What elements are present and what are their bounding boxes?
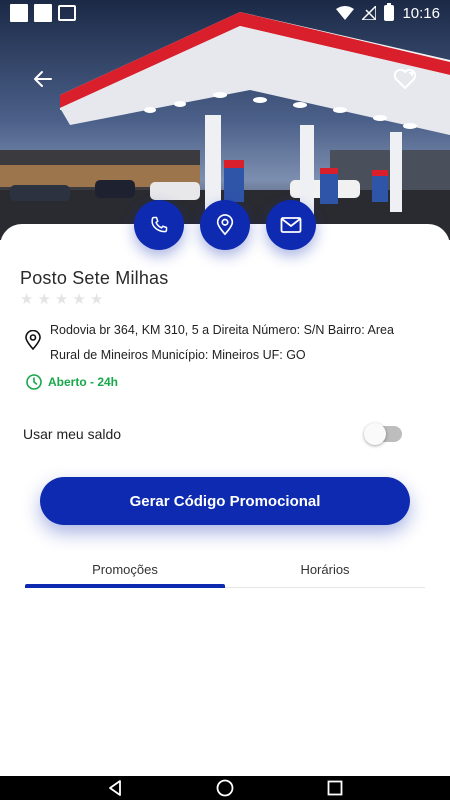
- system-navigation-bar: [0, 776, 450, 800]
- location-button[interactable]: [200, 200, 250, 250]
- rating-stars: ★ ★ ★ ★ ★: [20, 292, 103, 308]
- arrow-left-icon: [34, 71, 52, 87]
- star-empty-icon: ★: [20, 291, 34, 308]
- station-address: Rodovia br 364, KM 310, 5 a Direita Núme…: [24, 318, 424, 368]
- use-balance-label: Usar meu saldo: [23, 426, 122, 442]
- star-empty-icon: ★: [89, 291, 104, 308]
- system-status: 10:16: [336, 3, 440, 22]
- star-empty-icon: ★: [72, 291, 86, 308]
- star-empty-icon: ★: [37, 291, 51, 308]
- map-pin-icon: [25, 330, 41, 350]
- notification-square-icon: [34, 4, 52, 22]
- no-signal-icon: [362, 6, 377, 20]
- favorite-button[interactable]: [390, 64, 420, 94]
- call-button[interactable]: [134, 200, 184, 250]
- opening-hours-text: Aberto - 24h: [48, 375, 119, 389]
- triangle-back-icon: [109, 780, 121, 796]
- tab-horarios[interactable]: Horários: [225, 552, 425, 587]
- address-text: Rodovia br 364, KM 310, 5 a Direita Núme…: [50, 323, 394, 362]
- generate-promo-code-button[interactable]: Gerar Código Promocional: [40, 477, 410, 525]
- details-tabs: Promoções Horários: [25, 552, 425, 588]
- opening-status: Aberto - 24h: [26, 374, 118, 390]
- heart-plus-icon: [393, 68, 417, 89]
- clock-icon: [26, 374, 42, 390]
- back-button[interactable]: [28, 64, 58, 94]
- system-back-button[interactable]: [105, 778, 125, 798]
- map-pin-icon: [216, 214, 234, 236]
- status-bar: 10:16: [0, 0, 450, 26]
- toggle-knob: [364, 423, 386, 445]
- envelope-icon: [280, 217, 302, 233]
- star-empty-icon: ★: [54, 291, 69, 308]
- tab-promocoes[interactable]: Promoções: [25, 552, 225, 588]
- station-name: Posto Sete Milhas: [20, 268, 169, 288]
- square-recents-icon: [327, 780, 343, 796]
- notification-square-icon: [10, 4, 28, 22]
- phone-icon: [151, 216, 168, 233]
- wifi-icon: [336, 6, 355, 20]
- notification-icons: [10, 4, 76, 22]
- battery-icon: [384, 3, 395, 21]
- system-home-button[interactable]: [215, 778, 235, 798]
- circle-home-icon: [216, 779, 234, 797]
- use-balance-toggle[interactable]: [364, 423, 402, 445]
- email-button[interactable]: [266, 200, 316, 250]
- image-notification-icon: [58, 5, 76, 21]
- contact-actions: [0, 200, 450, 250]
- system-recents-button[interactable]: [325, 778, 345, 798]
- clock-time: 10:16: [402, 4, 440, 22]
